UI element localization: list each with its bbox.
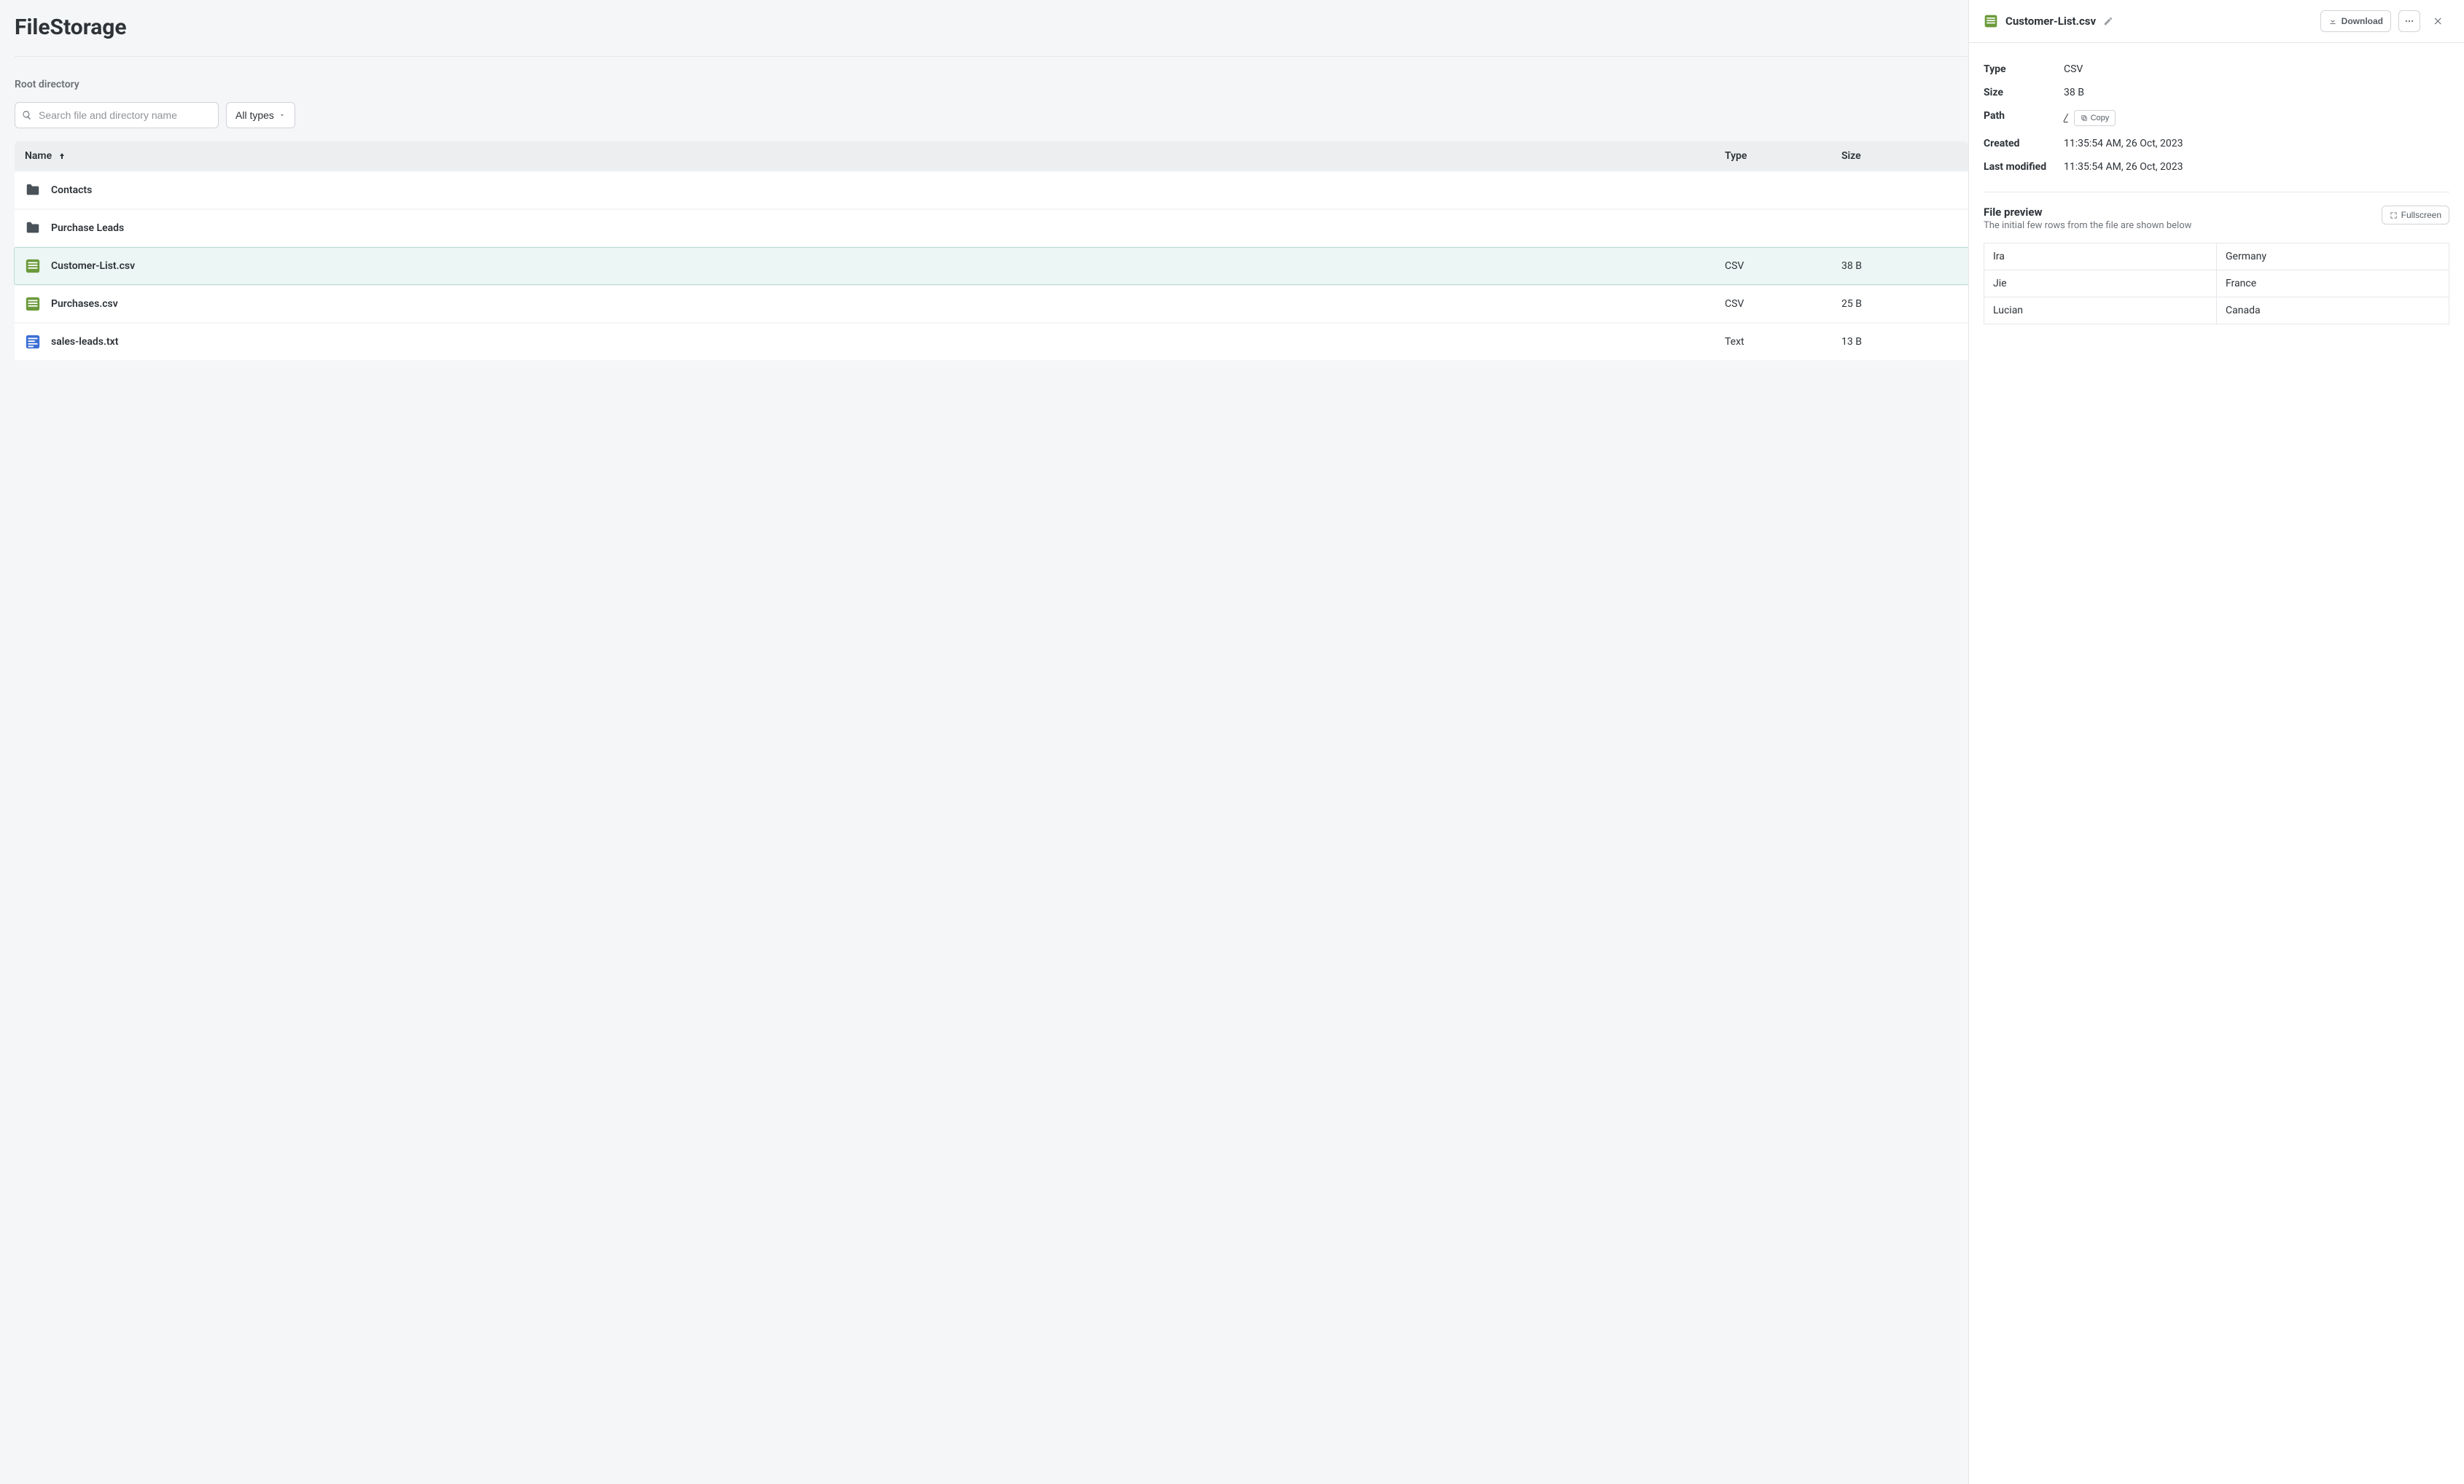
folder-icon xyxy=(25,182,41,198)
table-row[interactable]: sales-leads.txt Text13 B xyxy=(15,324,1968,360)
row-name-label: Purchases.csv xyxy=(51,298,118,310)
row-name-cell: Customer-List.csv xyxy=(25,258,1725,274)
row-size-cell: 25 B xyxy=(1841,298,1958,310)
preview-cell: Canada xyxy=(2217,297,2449,324)
meta-created-label: Created xyxy=(1984,138,2064,149)
meta-type-label: Type xyxy=(1984,63,2064,75)
table-row[interactable]: Purchase Leads xyxy=(15,210,1968,246)
more-actions-button[interactable] xyxy=(2398,10,2420,32)
row-name-label: sales-leads.txt xyxy=(51,336,118,348)
preview-title: File preview xyxy=(1984,206,2382,219)
column-header-size[interactable]: Size xyxy=(1841,150,1958,162)
csv-file-icon xyxy=(1984,14,1998,28)
panel-filename: Customer-List.csv xyxy=(2005,15,2096,28)
fullscreen-label: Fullscreen xyxy=(2401,210,2441,220)
meta-path-value: / Copy xyxy=(2064,110,2116,126)
type-filter-label: All types xyxy=(235,109,274,121)
fullscreen-icon xyxy=(2390,211,2398,219)
edit-icon[interactable] xyxy=(2103,16,2113,26)
row-name-cell: Purchase Leads xyxy=(25,220,1725,236)
row-size-cell: 13 B xyxy=(1841,336,1958,348)
table-row[interactable]: Purchases.csv CSV25 B xyxy=(15,286,1968,322)
preview-subtitle: The initial few rows from the file are s… xyxy=(1984,220,2382,231)
copy-label: Copy xyxy=(2091,114,2110,122)
row-type-cell: CSV xyxy=(1725,260,1841,272)
chevron-down-icon xyxy=(278,112,286,119)
text-file-icon xyxy=(25,334,41,350)
meta-size: Size 38 B xyxy=(1984,81,2449,104)
copy-path-button[interactable]: Copy xyxy=(2074,110,2116,126)
details-panel: Customer-List.csv Download Type CSV Size… xyxy=(1968,0,2464,1484)
toolbar: All types xyxy=(15,102,1968,128)
meta-created: Created 11:35:54 AM, 26 Oct, 2023 xyxy=(1984,132,2449,155)
meta-path-text: / xyxy=(2064,112,2068,124)
download-button[interactable]: Download xyxy=(2320,10,2391,32)
row-name-label: Customer-List.csv xyxy=(51,260,135,272)
meta-created-value: 11:35:54 AM, 26 Oct, 2023 xyxy=(2064,138,2183,149)
preview-cell: Lucian xyxy=(1984,297,2217,324)
column-header-type[interactable]: Type xyxy=(1725,150,1841,162)
copy-icon xyxy=(2081,114,2088,122)
preview-cell: France xyxy=(2217,270,2449,297)
row-name-label: Purchase Leads xyxy=(51,222,124,234)
close-icon xyxy=(2433,16,2444,26)
meta-size-label: Size xyxy=(1984,87,2064,98)
row-type-cell: Text xyxy=(1725,336,1841,348)
page-title: FileStorage xyxy=(15,15,1968,57)
meta-modified-label: Last modified xyxy=(1984,161,2064,173)
folder-icon xyxy=(25,220,41,236)
meta-type-value: CSV xyxy=(2064,63,2083,75)
download-label: Download xyxy=(2342,16,2383,26)
column-header-name[interactable]: Name xyxy=(25,150,1725,162)
close-panel-button[interactable] xyxy=(2428,10,2449,32)
preview-row: IraGermany xyxy=(1984,243,2449,270)
column-header-name-label: Name xyxy=(25,150,52,162)
main-content: FileStorage Root directory All types Nam… xyxy=(0,0,1968,1484)
table-row[interactable]: Customer-List.csv CSV38 B xyxy=(15,248,1968,284)
row-name-cell: Purchases.csv xyxy=(25,296,1725,312)
csv-file-icon xyxy=(25,296,41,312)
preview-row: JieFrance xyxy=(1984,270,2449,297)
preview-cell: Jie xyxy=(1984,270,2217,297)
panel-body: Type CSV Size 38 B Path / Copy Created 1… xyxy=(1969,43,2464,339)
preview-table: IraGermanyJieFranceLucianCanada xyxy=(1984,243,2449,324)
search-wrap xyxy=(15,102,219,128)
preview-row: LucianCanada xyxy=(1984,297,2449,324)
sort-ascending-icon xyxy=(58,152,66,160)
preview-header: File preview The initial few rows from t… xyxy=(1984,206,2449,231)
download-icon xyxy=(2328,17,2337,26)
search-icon xyxy=(22,110,32,120)
type-filter-dropdown[interactable]: All types xyxy=(226,102,295,128)
row-name-label: Contacts xyxy=(51,184,92,196)
row-size-cell: 38 B xyxy=(1841,260,1958,272)
row-type-cell: CSV xyxy=(1725,298,1841,310)
table-row[interactable]: Contacts xyxy=(15,172,1968,208)
breadcrumb[interactable]: Root directory xyxy=(15,79,1968,90)
file-list: ContactsPurchase LeadsCustomer-List.csvC… xyxy=(15,172,1968,360)
meta-modified-value: 11:35:54 AM, 26 Oct, 2023 xyxy=(2064,161,2183,173)
preview-cell: Ira xyxy=(1984,243,2217,270)
table-header: Name Type Size xyxy=(15,141,1968,171)
meta-path: Path / Copy xyxy=(1984,104,2449,132)
meta-type: Type CSV xyxy=(1984,58,2449,81)
meta-modified: Last modified 11:35:54 AM, 26 Oct, 2023 xyxy=(1984,155,2449,179)
meta-path-label: Path xyxy=(1984,110,2064,126)
meta-size-value: 38 B xyxy=(2064,87,2084,98)
row-name-cell: Contacts xyxy=(25,182,1725,198)
csv-file-icon xyxy=(25,258,41,274)
search-input[interactable] xyxy=(15,102,219,128)
row-name-cell: sales-leads.txt xyxy=(25,334,1725,350)
more-horizontal-icon xyxy=(2404,16,2414,26)
panel-header: Customer-List.csv Download xyxy=(1969,0,2464,43)
fullscreen-button[interactable]: Fullscreen xyxy=(2382,206,2449,224)
preview-cell: Germany xyxy=(2217,243,2449,270)
